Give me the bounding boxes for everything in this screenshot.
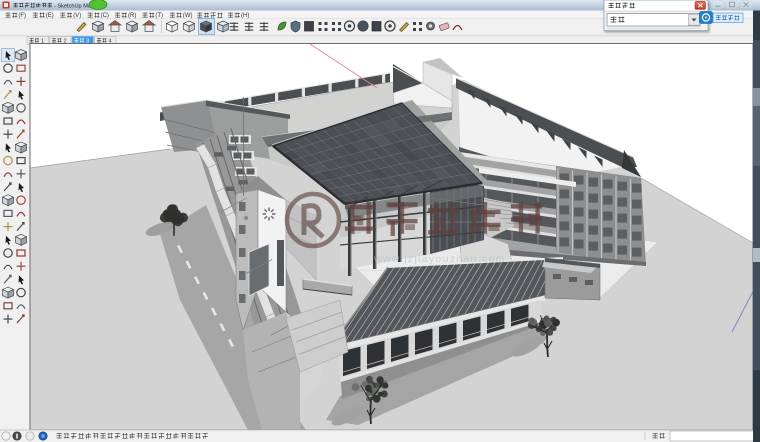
svg-text:(C): (C) <box>101 13 109 19</box>
svg-text:(F): (F) <box>18 13 26 19</box>
svg-text:(W): (W) <box>183 13 193 19</box>
svg-text:(H): (H) <box>241 13 249 19</box>
svg-text:(V): (V) <box>73 13 81 19</box>
svg-text:www.jzjiayouzhan.com: www.jzjiayouzhan.com <box>373 253 506 265</box>
svg-text:(T): (T) <box>155 13 163 19</box>
svg-text:(E): (E) <box>46 13 54 19</box>
svg-text:(R): (R) <box>128 13 136 19</box>
